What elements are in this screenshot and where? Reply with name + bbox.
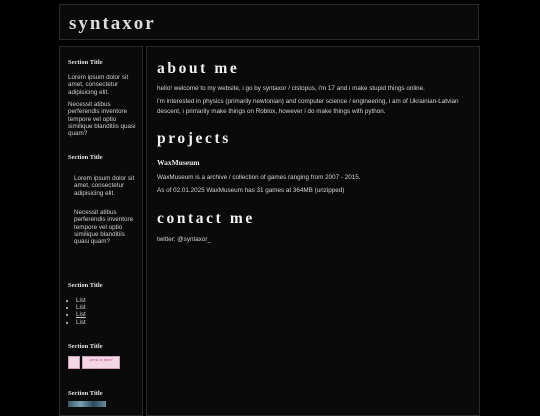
badge-button[interactable]: [68, 356, 80, 369]
list-item: List: [76, 297, 86, 304]
about-paragraph: i'm interested in physics (primarily new…: [157, 98, 459, 115]
contact-heading: contact me: [157, 210, 255, 227]
sidebar: Section Title Lorem ipsum dolor sit amet…: [59, 46, 143, 416]
site-header: syntaxor: [59, 4, 479, 40]
about-heading: about me: [157, 60, 240, 77]
projects-heading: projects: [157, 130, 231, 147]
sidebar-section-title: Section Title: [68, 343, 103, 350]
sidebar-section-title: Section Title: [68, 59, 103, 66]
list-item-link[interactable]: List: [76, 311, 86, 318]
project-description: WaxMuseum is a archive / collection of g…: [157, 174, 361, 181]
project-title[interactable]: WaxMuseum: [157, 159, 200, 167]
sidebar-paragraph: Lorem ipsum dolor sit amet, consectetur …: [74, 175, 135, 197]
badge-button[interactable]: persi w pixel: [82, 356, 120, 369]
project-stats: As of 02.01.2025 WaxMuseum has 31 games …: [157, 187, 345, 194]
sidebar-list: List List List List: [64, 297, 86, 326]
about-paragraph: hello! welcome to my website, i go by sy…: [157, 85, 425, 92]
list-item: List: [76, 304, 86, 311]
list-item: List: [76, 319, 86, 326]
main-content: about me hello! welcome to my website, i…: [146, 46, 480, 416]
twitter-contact[interactable]: twitter: @syntaxor_: [157, 235, 471, 245]
page: syntaxor Section Title Lorem ipsum dolor…: [0, 0, 540, 416]
sidebar-image: [68, 401, 106, 407]
sidebar-paragraph: Necessit atibus perferendis inventore te…: [68, 101, 136, 138]
site-title[interactable]: syntaxor: [69, 14, 156, 33]
sidebar-section-title: Section Title: [68, 282, 103, 289]
sidebar-section-title: Section Title: [68, 390, 103, 397]
sidebar-paragraph: Necessit atibus perferendis inventore te…: [74, 209, 134, 246]
sidebar-section-title: Section Title: [68, 154, 103, 161]
sidebar-paragraph: Lorem ipsum dolor sit amet, consectetur …: [68, 74, 129, 96]
